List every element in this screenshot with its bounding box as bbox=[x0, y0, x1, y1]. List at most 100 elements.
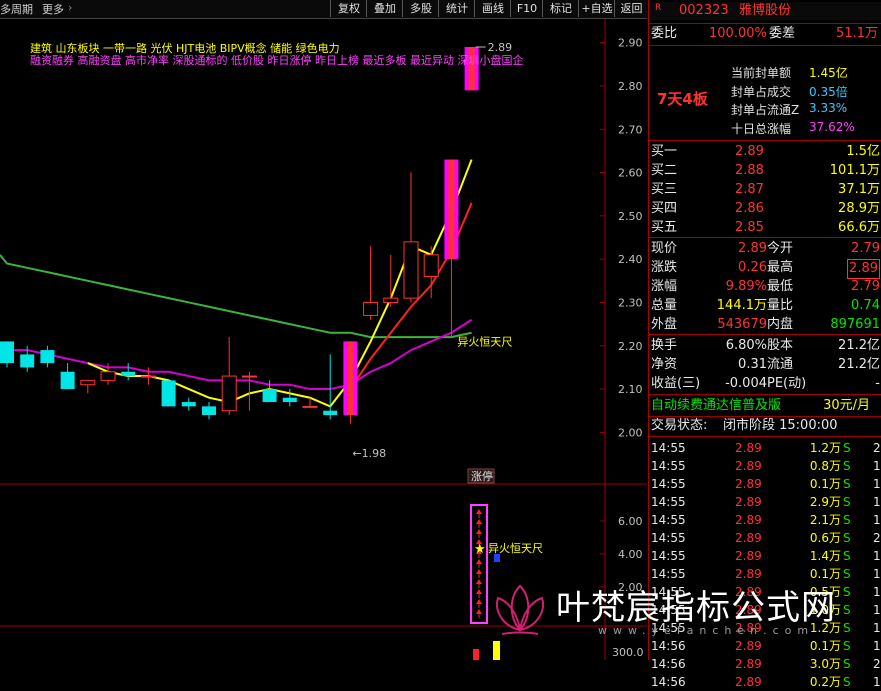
toolbar-button-1[interactable]: 叠加 bbox=[366, 0, 403, 17]
tick-volume: 2.9万 bbox=[809, 495, 841, 509]
promo-price[interactable]: 30元/月 bbox=[823, 397, 870, 415]
stat-value: - bbox=[875, 376, 880, 391]
tick-time: 14:55 bbox=[651, 495, 686, 509]
seal-label: 十日总涨幅 bbox=[731, 121, 792, 136]
bid-row[interactable]: 买三 2.87 37.1万 bbox=[649, 181, 881, 199]
promo-text[interactable]: 自动续费通达信普及版 bbox=[651, 397, 781, 415]
toolbar-button-7[interactable]: +自选 bbox=[578, 0, 615, 17]
bid-volume: 28.9万 bbox=[838, 201, 880, 216]
stat-row: 现价 2.89 今开 2.79 bbox=[649, 240, 881, 258]
toolbar-button-3[interactable]: 统计 bbox=[438, 0, 475, 17]
kline-svg[interactable]: 2.90 2.80 2.70 2.60 2.50 2.40 2.30 2.20 2.10 2.00… bbox=[0, 19, 647, 660]
tick-price: 2.89 bbox=[735, 531, 762, 545]
ma-green-line bbox=[0, 254, 472, 339]
stat-value: 2.79 bbox=[851, 241, 880, 256]
chart-toolbar: 多周期 更多 › 复权 叠加 多股 统计 画线 F10 标记 +自选 返回 bbox=[0, 0, 647, 19]
star-icon: ★ bbox=[474, 542, 486, 557]
stat-value: 21.2亿 bbox=[838, 357, 880, 372]
more-menu[interactable]: 更多 bbox=[42, 1, 64, 17]
stat-value: 21.2亿 bbox=[838, 338, 880, 353]
tick-count: 2 bbox=[873, 441, 881, 455]
stock-name: 雅博股份 bbox=[739, 3, 792, 18]
volume-tick-label: 300.0 bbox=[612, 646, 644, 659]
tick-side: S bbox=[843, 513, 851, 527]
candle-body-down bbox=[202, 406, 216, 416]
tick-volume: 0.8万 bbox=[809, 459, 841, 473]
tick-side: S bbox=[843, 675, 851, 689]
tick-row[interactable]: 14:55 2.89 1.4万 S 1 bbox=[649, 547, 881, 565]
streak-badge: 7天4板 bbox=[657, 90, 708, 108]
tick-volume: 0.6万 bbox=[809, 531, 841, 545]
candle-body-up bbox=[383, 297, 399, 303]
toolbar-button-5[interactable]: F10 bbox=[510, 0, 543, 17]
stock-code: 002323 bbox=[679, 3, 729, 18]
bid-row[interactable]: 买一 2.89 1.5亿 bbox=[649, 143, 881, 161]
candle-body-up bbox=[403, 241, 419, 299]
candle-body-up bbox=[363, 301, 379, 316]
stat-row: 收益(三) -0.004 PE(动) - bbox=[649, 375, 881, 393]
promo-row[interactable]: 自动续费通达信普及版 30元/月 bbox=[649, 397, 881, 415]
toolbar-button-4[interactable]: 画线 bbox=[474, 0, 511, 17]
more-arrow-icon[interactable]: › bbox=[68, 1, 72, 14]
period-menu[interactable]: 多周期 bbox=[0, 1, 33, 17]
bid-row[interactable]: 买二 2.88 101.1万 bbox=[649, 162, 881, 180]
toolbar-button-0[interactable]: 复权 bbox=[330, 0, 367, 17]
stat-label: 最高 bbox=[767, 260, 794, 275]
tick-row[interactable]: 14:55 2.89 2.9万 S 1 bbox=[649, 493, 881, 511]
price-tick-label: 2.80 bbox=[618, 80, 643, 93]
tick-count: 1 bbox=[873, 549, 881, 563]
tick-count: 1 bbox=[873, 513, 881, 527]
quote-panel: R 002323 雅博股份 委比 100.00% 委差 51.1万 7天4板 当… bbox=[648, 0, 881, 689]
toolbar-button-8[interactable]: 返回 bbox=[614, 0, 648, 17]
stat-label: 涨幅 bbox=[651, 279, 678, 294]
tick-side: S bbox=[843, 639, 851, 653]
stat-label: 涨跌 bbox=[651, 260, 678, 275]
stat-label: 收益(三) bbox=[651, 376, 701, 391]
tick-side: S bbox=[843, 531, 851, 545]
trade-status-row: 交易状态: 闭市阶段 15:00:00 bbox=[651, 418, 838, 433]
bid-row[interactable]: 买五 2.85 66.6万 bbox=[649, 219, 881, 237]
tick-row[interactable]: 14:55 2.89 0.8万 S 1 bbox=[649, 457, 881, 475]
kline-chart-area[interactable]: 2.90 2.80 2.70 2.60 2.50 2.40 2.30 2.20 2.10 2.00… bbox=[0, 19, 647, 660]
signal-dot bbox=[494, 554, 500, 562]
tick-row[interactable]: 14:56 2.89 3.0万 S 2 bbox=[649, 655, 881, 673]
stat-label: 现价 bbox=[651, 241, 678, 256]
stat-value: 543679 bbox=[717, 317, 767, 332]
tick-row[interactable]: 14:55 2.89 0.1万 S 1 bbox=[649, 475, 881, 493]
candle-body-up bbox=[241, 375, 257, 378]
tick-row[interactable]: 14:55 2.89 1.2万 S 2 bbox=[649, 439, 881, 457]
tick-count: 1 bbox=[873, 675, 881, 689]
trade-status-value: 闭市阶段 15:00:00 bbox=[723, 418, 838, 433]
tick-row[interactable]: 14:55 2.89 0.6万 S 2 bbox=[649, 529, 881, 547]
tick-volume: 1.4万 bbox=[809, 549, 841, 563]
watermark-url: www.yefanchen.com bbox=[598, 624, 815, 637]
tick-volume: 0.2万 bbox=[809, 675, 841, 689]
weibi-row: 委比 100.00% 委差 51.1万 bbox=[651, 26, 878, 41]
bid-price: 2.87 bbox=[735, 182, 764, 197]
stock-header: R 002323 雅博股份 bbox=[649, 2, 881, 20]
price-tick-label: 2.90 bbox=[618, 37, 643, 50]
tick-time: 14:55 bbox=[651, 513, 686, 527]
bid-label: 买一 bbox=[651, 144, 678, 159]
bid-row[interactable]: 买四 2.86 28.9万 bbox=[649, 200, 881, 218]
stat-label: 外盘 bbox=[651, 317, 678, 332]
candle-body-up bbox=[423, 254, 439, 277]
tick-time: 14:56 bbox=[651, 639, 686, 653]
lower-tick-label: 4.00 bbox=[618, 548, 643, 561]
tick-side: S bbox=[843, 495, 851, 509]
tick-row[interactable]: 14:56 2.89 0.2万 S 1 bbox=[649, 673, 881, 691]
stat-value: 9.89% bbox=[725, 279, 767, 294]
toolbar-button-2[interactable]: 多股 bbox=[402, 0, 439, 17]
candle-body-down bbox=[161, 380, 176, 407]
candle-body-down bbox=[121, 371, 136, 377]
tick-row[interactable]: 14:55 2.89 2.1万 S 1 bbox=[649, 511, 881, 529]
seal-label: 封单占成交 bbox=[731, 84, 792, 99]
tick-row[interactable]: 14:56 2.89 0.1万 S 1 bbox=[649, 637, 881, 655]
candle-body-down bbox=[20, 354, 35, 368]
seal-label: 封单占流通Z bbox=[731, 103, 800, 117]
bid-price: 2.86 bbox=[735, 201, 764, 216]
tick-price: 2.89 bbox=[735, 549, 762, 563]
seal-value: 37.62% bbox=[809, 119, 855, 134]
volume-bar bbox=[493, 641, 500, 660]
toolbar-button-6[interactable]: 标记 bbox=[542, 0, 579, 17]
